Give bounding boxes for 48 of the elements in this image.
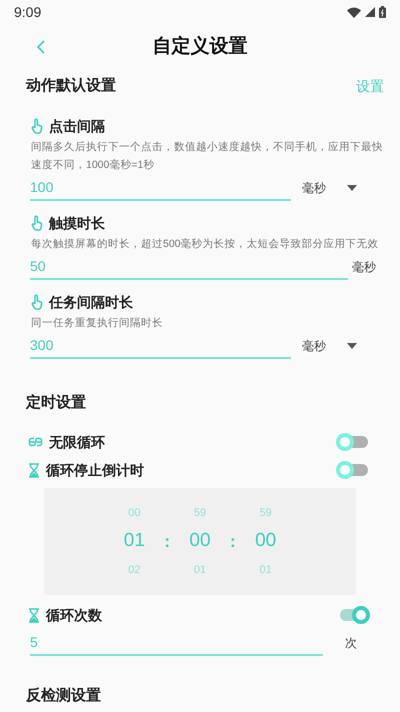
picker-value: 02 bbox=[128, 562, 140, 578]
toggle-switch[interactable] bbox=[336, 461, 370, 479]
picker-separator: : bbox=[230, 530, 236, 553]
input-field[interactable]: 300 bbox=[30, 333, 291, 359]
item-label: 点击间隔 bbox=[49, 116, 105, 136]
hand-icon bbox=[31, 215, 43, 231]
battery-icon bbox=[379, 6, 386, 18]
status-time: 9:09 bbox=[14, 2, 42, 22]
item-description: 每次触摸屏幕的时长，超过500毫秒为长按，太短会导致部分应用下无效 bbox=[30, 237, 380, 252]
page-title: 自定义设置 bbox=[152, 34, 248, 59]
hourglass-icon bbox=[28, 608, 40, 622]
unit-label: 毫秒 bbox=[352, 259, 376, 276]
picker-selected-value: 00 bbox=[189, 529, 211, 554]
picker-separator: : bbox=[164, 530, 170, 553]
toggle-switch[interactable] bbox=[336, 433, 370, 451]
time-picker[interactable]: 00 01 02 : 59 00 01 : 59 00 01 bbox=[44, 488, 356, 595]
section-title: 定时设置 bbox=[26, 392, 86, 413]
hand-icon bbox=[31, 118, 43, 134]
input-field[interactable]: 5 bbox=[30, 630, 323, 656]
hand-icon bbox=[31, 294, 43, 310]
picker-value: 59 bbox=[194, 506, 206, 521]
item-description: 间隔多久后执行下一个点击，数值越小速度越快，不同手机，应用下最快速度不同，1000毫秒=1秒 bbox=[30, 140, 384, 173]
hourglass-icon bbox=[28, 462, 40, 478]
picker-value: 01 bbox=[194, 562, 206, 578]
item-description: 同一任务重复执行间隔时长 bbox=[30, 316, 164, 331]
loop-icon bbox=[28, 436, 43, 448]
picker-selected-value: 00 bbox=[255, 529, 276, 554]
input-field[interactable]: 100 bbox=[30, 175, 291, 201]
picker-value: 59 bbox=[260, 506, 272, 521]
picker-value: 01 bbox=[260, 562, 272, 578]
picker-selected-value: 01 bbox=[124, 529, 145, 554]
item-label: 循环次数 bbox=[46, 606, 102, 624]
item-label: 无限循环 bbox=[49, 432, 105, 452]
signal-icon bbox=[365, 7, 375, 17]
section-title: 动作默认设置 bbox=[26, 76, 116, 96]
unit-label: 次 bbox=[345, 635, 357, 652]
settings-link[interactable]: 设置 bbox=[356, 76, 384, 96]
unit-label: 毫秒 bbox=[302, 180, 326, 197]
unit-label: 毫秒 bbox=[302, 338, 326, 355]
wifi-icon bbox=[347, 6, 361, 18]
item-label: 任务间隔时长 bbox=[49, 292, 133, 312]
picker-value: 00 bbox=[128, 506, 140, 521]
input-field[interactable]: 50 bbox=[30, 254, 348, 280]
dropdown-arrow-icon[interactable] bbox=[347, 185, 357, 191]
item-label: 触摸时长 bbox=[49, 214, 105, 232]
dropdown-arrow-icon[interactable] bbox=[347, 343, 357, 349]
item-label: 循环停止倒计时 bbox=[46, 460, 144, 480]
section-title: 反检测设置 bbox=[26, 686, 101, 706]
